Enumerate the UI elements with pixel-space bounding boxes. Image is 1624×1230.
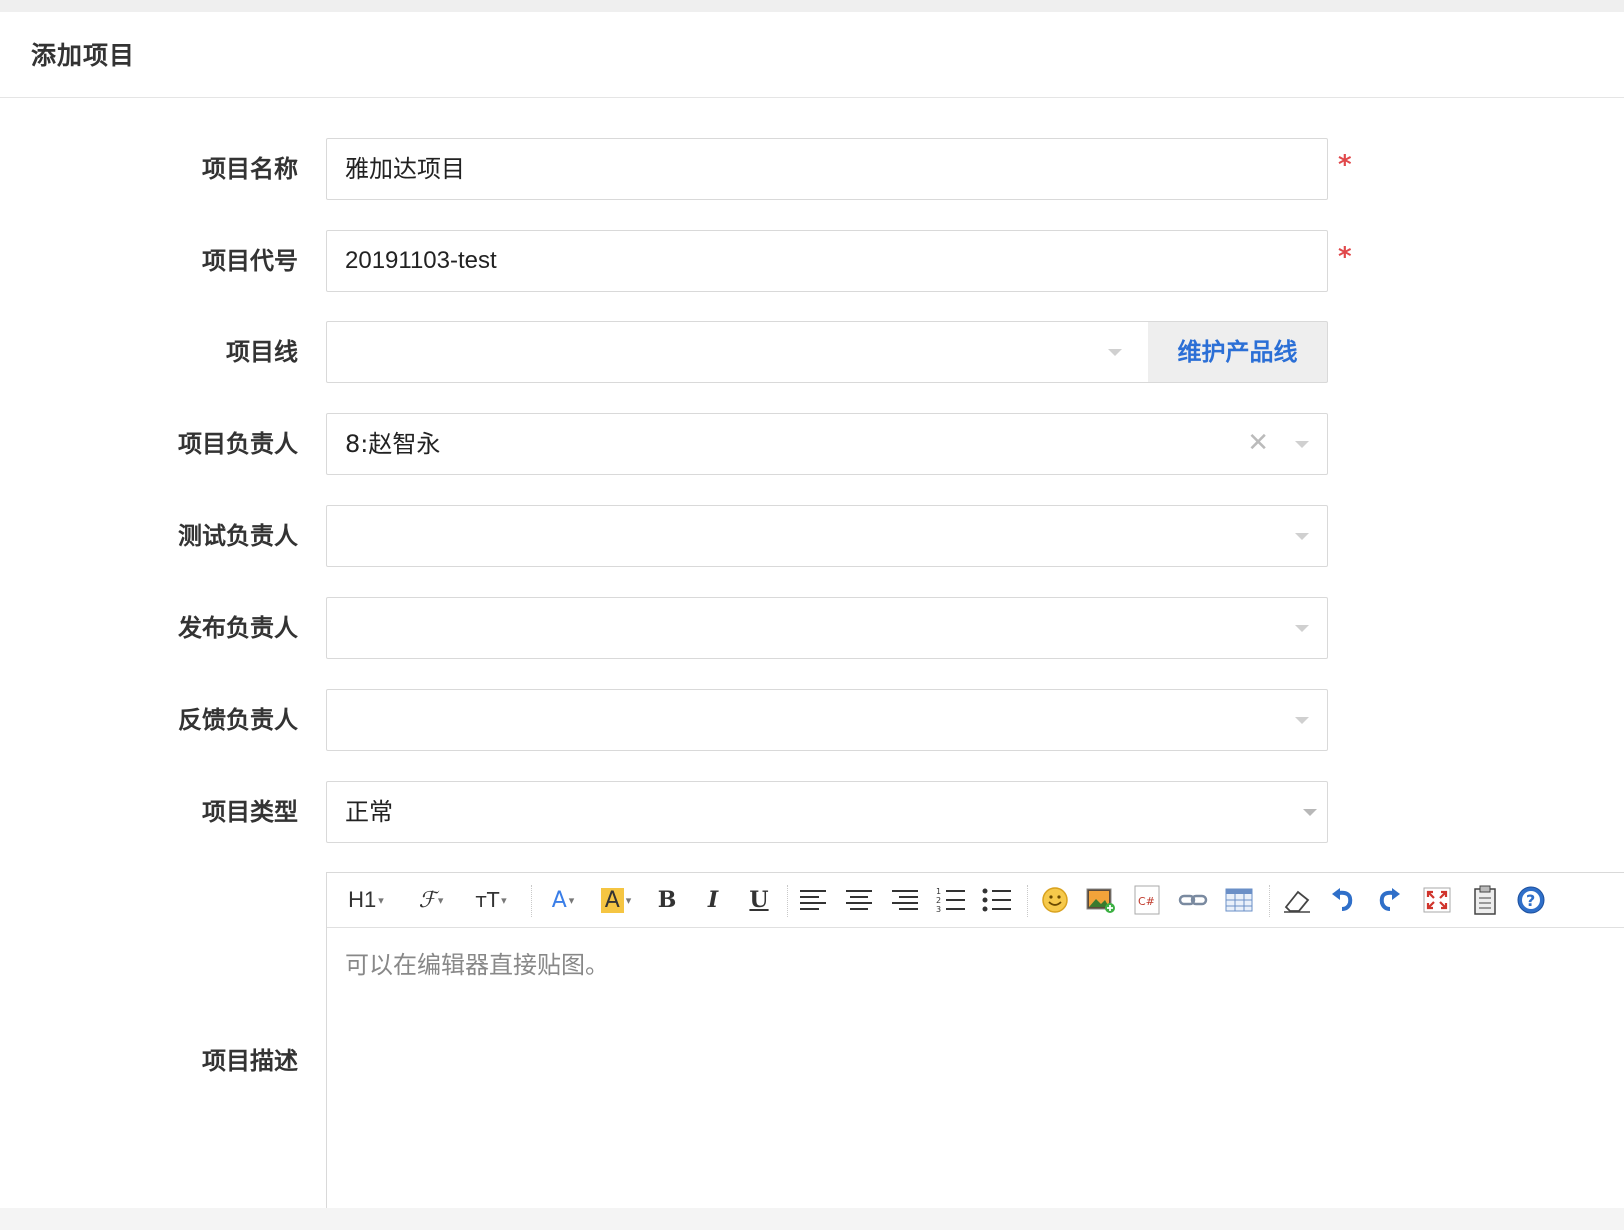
ordered-list-icon[interactable]: 123 — [933, 883, 969, 917]
redo-icon[interactable] — [1371, 883, 1407, 917]
project-owner-value: 8:赵智永 — [345, 430, 441, 458]
toolbar-divider — [1027, 885, 1029, 917]
test-owner-label: 测试负责人 — [178, 522, 298, 550]
project-owner-select[interactable]: 8:赵智永 ✕ — [326, 413, 1328, 475]
heading-icon[interactable]: H1 ▾ — [341, 883, 391, 917]
chevron-down-icon — [1295, 625, 1309, 632]
image-icon[interactable] — [1083, 883, 1119, 917]
top-strip — [0, 0, 1624, 12]
project-description-label: 项目描述 — [202, 1047, 298, 1075]
project-type-label: 项目类型 — [202, 798, 298, 826]
project-name-value: 雅加达项目 — [345, 155, 465, 183]
project-line-label: 项目线 — [226, 338, 298, 366]
link-icon[interactable] — [1175, 883, 1211, 917]
svg-text:3: 3 — [936, 905, 941, 914]
font-size-icon[interactable]: тT ▾ — [467, 883, 515, 917]
align-left-icon[interactable] — [795, 883, 831, 917]
project-line-select[interactable] — [326, 321, 1149, 383]
required-marker: * — [1338, 150, 1352, 180]
page-title: 添加项目 — [31, 41, 136, 70]
chevron-down-icon — [1295, 717, 1309, 724]
release-owner-select[interactable] — [326, 597, 1328, 659]
code-icon[interactable]: C# — [1129, 883, 1165, 917]
clear-icon[interactable]: ✕ — [1247, 428, 1269, 458]
project-code-label: 项目代号 — [202, 247, 298, 275]
undo-icon[interactable] — [1325, 883, 1361, 917]
chevron-down-icon — [1108, 349, 1122, 356]
maintain-product-line-button[interactable]: 维护产品线 — [1148, 321, 1328, 383]
table-icon[interactable] — [1221, 883, 1257, 917]
bottom-strip — [0, 1208, 1624, 1230]
toolbar-divider — [531, 885, 533, 917]
underline-icon[interactable]: U — [741, 883, 777, 917]
align-center-icon[interactable] — [841, 883, 877, 917]
unordered-list-icon[interactable] — [979, 883, 1015, 917]
svg-text:C#: C# — [1138, 895, 1155, 908]
italic-icon[interactable]: I — [695, 883, 731, 917]
fullscreen-icon[interactable] — [1419, 883, 1455, 917]
help-icon[interactable]: ? — [1513, 883, 1549, 917]
feedback-owner-select[interactable] — [326, 689, 1328, 751]
font-family-icon[interactable]: ℱ ▾ — [409, 883, 453, 917]
required-marker: * — [1338, 242, 1352, 272]
font-color-icon[interactable]: A ▾ — [543, 883, 583, 917]
project-type-select[interactable]: 正常 — [326, 781, 1328, 843]
chevron-down-icon — [1295, 533, 1309, 540]
highlight-icon[interactable]: A ▾ — [593, 883, 639, 917]
page-header: 添加项目 — [0, 12, 1624, 98]
paste-icon[interactable] — [1467, 883, 1503, 917]
feedback-owner-label: 反馈负责人 — [178, 706, 298, 734]
chevron-down-icon — [1303, 809, 1317, 816]
chevron-down-icon — [1295, 441, 1309, 448]
svg-text:2: 2 — [936, 896, 941, 905]
project-name-label: 项目名称 — [202, 155, 298, 183]
toolbar-divider — [1269, 885, 1271, 917]
emoji-icon[interactable] — [1037, 883, 1073, 917]
project-code-input[interactable]: 20191103-test — [326, 230, 1328, 292]
test-owner-select[interactable] — [326, 505, 1328, 567]
align-right-icon[interactable] — [887, 883, 923, 917]
svg-text:?: ? — [1526, 891, 1535, 910]
toolbar-divider — [787, 885, 789, 917]
editor-toolbar: H1 ▾ ℱ ▾ тT ▾ A ▾ A ▾ B I U 123 C# ? — [327, 873, 1624, 928]
project-type-value: 正常 — [345, 798, 393, 826]
release-owner-label: 发布负责人 — [178, 614, 298, 642]
eraser-icon[interactable] — [1279, 883, 1315, 917]
project-code-value: 20191103-test — [345, 247, 497, 274]
editor-placeholder: 可以在编辑器直接贴图。 — [345, 951, 609, 979]
project-owner-label: 项目负责人 — [178, 430, 298, 458]
project-name-input[interactable]: 雅加达项目 — [326, 138, 1328, 200]
svg-text:1: 1 — [936, 887, 941, 896]
rich-text-editor[interactable]: H1 ▾ ℱ ▾ тT ▾ A ▾ A ▾ B I U 123 C# ? 可以在… — [326, 872, 1624, 1212]
bold-icon[interactable]: B — [649, 883, 685, 917]
